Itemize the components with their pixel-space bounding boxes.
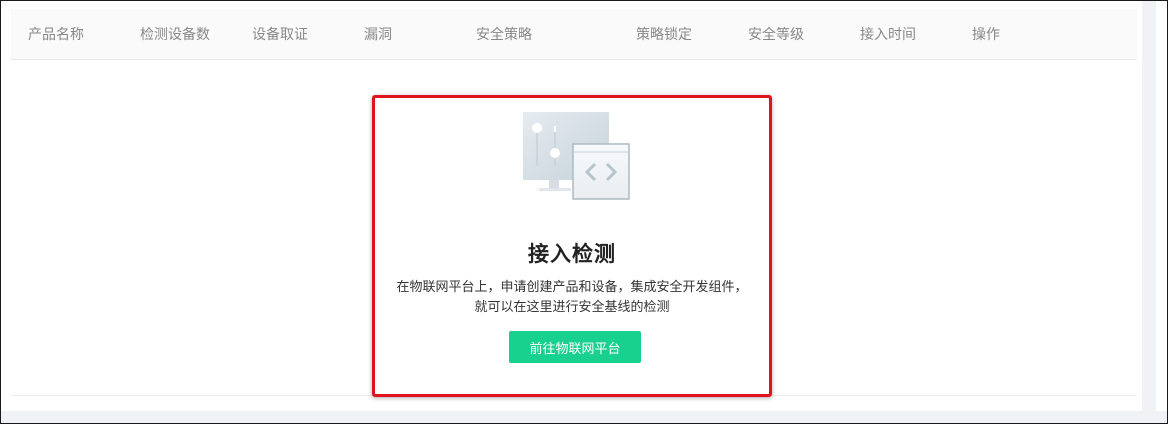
table-header: 产品名称 检测设备数 设备取证 漏洞 安全策略 策略锁定 安全等级 接入时间 操… <box>11 9 1137 60</box>
column-header-device-evidence: 设备取证 <box>252 27 308 43</box>
column-header-security-level: 安全等级 <box>748 27 804 43</box>
column-header-actions: 操作 <box>972 27 1000 43</box>
empty-state-title: 接入检测 <box>528 242 616 266</box>
column-header-vulnerability: 漏洞 <box>364 27 392 43</box>
column-header-policy-lock: 策略锁定 <box>636 27 692 43</box>
column-header-product-name: 产品名称 <box>28 27 84 43</box>
empty-state-description: 在物联网平台上，申请创建产品和设备，集成安全开发组件， 就可以在这里进行安全基线… <box>375 278 769 318</box>
monitor-code-window-icon <box>523 112 630 200</box>
column-header-device-count: 检测设备数 <box>140 27 210 43</box>
page-frame: 产品名称 检测设备数 设备取证 漏洞 安全策略 策略锁定 安全等级 接入时间 操… <box>0 0 1168 424</box>
empty-state-description-line-1: 在物联网平台上，申请创建产品和设备，集成安全开发组件， <box>396 280 748 295</box>
column-header-security-policy: 安全策略 <box>476 27 532 43</box>
empty-state-panel: 接入检测 在物联网平台上，申请创建产品和设备，集成安全开发组件， 就可以在这里进… <box>372 95 772 397</box>
page-bottom-gutter <box>1 411 1167 423</box>
empty-state-description-line-2: 就可以在这里进行安全基线的检测 <box>474 300 670 315</box>
scrollbar-track[interactable] <box>1142 1 1156 423</box>
column-header-access-time: 接入时间 <box>860 27 916 43</box>
go-to-iot-platform-button[interactable]: 前往物联网平台 <box>509 331 641 363</box>
